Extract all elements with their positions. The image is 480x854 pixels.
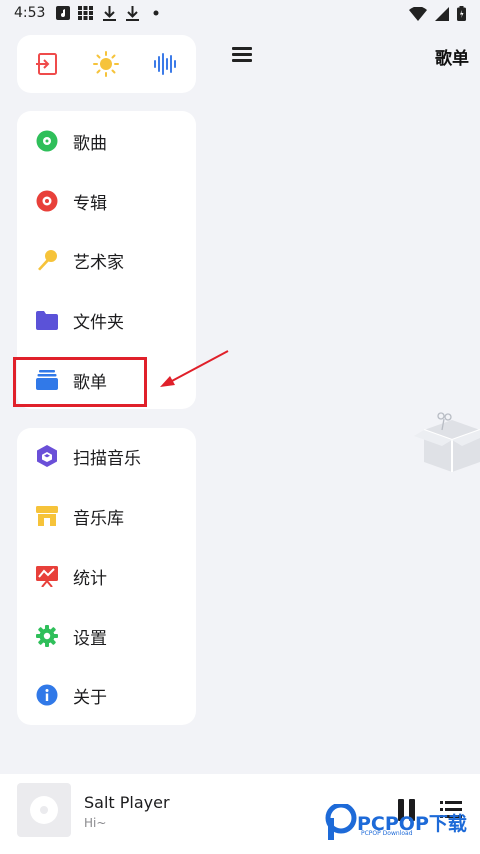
highlight-box: [13, 357, 147, 407]
store-icon: [36, 505, 58, 527]
battery-icon: [457, 6, 466, 21]
status-time: 4:53: [14, 5, 46, 21]
nav-item-scan-music[interactable]: 扫描音乐: [17, 431, 196, 481]
nav-label: 艺术家: [73, 252, 124, 273]
disc-icon: [30, 796, 58, 824]
nav-label: 文件夹: [73, 312, 124, 333]
notification-app-icon: [56, 6, 70, 20]
equalizer-button[interactable]: [152, 50, 180, 78]
scan-cube-icon: [36, 445, 58, 467]
pcpop-logo-icon: [325, 804, 357, 840]
annotation-arrow-icon: [160, 350, 229, 387]
nav-label: 专辑: [73, 193, 107, 214]
nav-label: 设置: [73, 628, 107, 649]
download-icon: [103, 6, 116, 21]
nav-item-about[interactable]: 关于: [17, 670, 196, 720]
download-icon: [126, 6, 139, 21]
nav-item-settings[interactable]: 设置: [17, 611, 196, 661]
nav-item-music-library[interactable]: 音乐库: [17, 491, 196, 541]
signal-icon: [435, 6, 449, 21]
status-bar: 4:53: [0, 0, 480, 28]
microphone-icon: [36, 249, 58, 271]
mini-player[interactable]: Salt Player Hi~ PCPOP下载 PCPOP Download: [0, 774, 480, 854]
page-title: 歌单: [435, 49, 469, 69]
nav-item-songs[interactable]: 歌曲: [17, 116, 196, 166]
waveform-icon: [154, 53, 176, 75]
wifi-icon: [409, 6, 427, 21]
exit-button[interactable]: [33, 50, 61, 78]
watermark-subtext: PCPOP Download: [361, 830, 413, 837]
grid-notification-icon: [78, 6, 93, 20]
song-artist: Hi~: [84, 816, 107, 830]
nav-item-artists[interactable]: 艺术家: [17, 235, 196, 285]
nav-item-statistics[interactable]: 统计: [17, 551, 196, 601]
album-art[interactable]: [17, 783, 71, 837]
info-icon: [36, 684, 58, 706]
theme-toggle-button[interactable]: [92, 50, 120, 78]
dot-icon: [153, 10, 159, 16]
tools-nav-card: 扫描音乐 音乐库 统计 设置 关于: [17, 428, 196, 725]
nav-label: 统计: [73, 568, 107, 589]
nav-label: 扫描音乐: [73, 448, 141, 469]
chart-board-icon: [36, 565, 58, 587]
quick-actions-card: [17, 35, 196, 93]
nav-label: 歌曲: [73, 133, 107, 154]
nav-label: 关于: [73, 687, 107, 708]
sun-icon: [93, 51, 119, 77]
empty-box-icon: [414, 412, 480, 472]
nav-label: 音乐库: [73, 508, 124, 529]
nav-item-folders[interactable]: 文件夹: [17, 295, 196, 345]
music-disc-icon: [36, 130, 58, 152]
song-title: Salt Player: [84, 793, 170, 812]
exit-icon: [36, 53, 57, 75]
watermark-logo: PCPOP下载 PCPOP Download: [325, 802, 467, 842]
nav-item-albums[interactable]: 专辑: [17, 176, 196, 226]
menu-button[interactable]: [232, 45, 254, 65]
folder-icon: [36, 309, 58, 331]
gear-icon: [36, 625, 58, 647]
album-icon: [36, 190, 58, 212]
